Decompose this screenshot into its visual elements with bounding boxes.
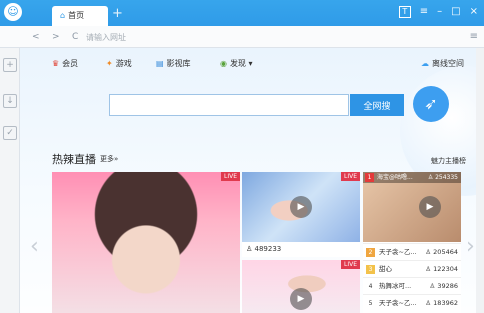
bird-logo-icon: ➶	[413, 86, 449, 122]
user-icon: ♙	[425, 248, 434, 256]
new-tab-button[interactable]: +	[112, 5, 123, 23]
home-content: ♛ 会员 ✦ 游戏 ▤ 影视库 ◉ 发现 ▾ ☁ 离线空间 全网搜 ➶ 热辣直播 更多» …	[20, 48, 484, 313]
viewer-count-value: 489233	[254, 245, 282, 253]
rank-number: 5	[368, 300, 373, 307]
address-menu-icon[interactable]: ≡	[470, 30, 478, 44]
anchor-count: ♙ 122304	[425, 261, 458, 277]
hot-live-title: 热辣直播	[52, 153, 96, 166]
tab-home-label: 首页	[68, 11, 85, 20]
play-icon[interactable]: ▶	[419, 196, 441, 218]
live-card-featured[interactable]: LIVE	[52, 172, 240, 313]
play-icon[interactable]: ▶	[290, 196, 312, 218]
anchor-name: 甜心	[379, 265, 392, 273]
anchor-name: 天子衾~乙...	[379, 299, 417, 307]
refresh-button[interactable]: C	[72, 30, 78, 44]
browser-window: ☺ ⌂首页 + T ≡ – □ × < > C ≡ + ↓ ✓ ♛会员 ✦游戏 …	[0, 0, 484, 313]
user-icon: ♙	[427, 174, 436, 181]
user-icon: ♙	[246, 245, 255, 253]
home-icon: ⌂	[60, 11, 66, 20]
tab-home[interactable]: ⌂ 首页	[52, 6, 108, 26]
video-library-icon: ▤	[156, 59, 164, 68]
anchor-count: ♙ 205464	[425, 244, 458, 260]
carousel-prev-arrow[interactable]: ‹	[30, 234, 39, 259]
back-button[interactable]: <	[32, 30, 40, 44]
title-bar: ☺ ⌂ 首页 + T ≡ – □ ×	[0, 0, 484, 26]
charm-ranking-link[interactable]: 魅力主播榜	[431, 156, 466, 166]
live-card[interactable]: LIVE ▶ ♙ 489233	[242, 172, 360, 257]
anchor-count: ♙ 183962	[425, 295, 458, 311]
anchor-count-value: 183962	[433, 299, 458, 307]
live-card[interactable]: LIVE ▶	[242, 260, 360, 313]
user-icon: ♙	[425, 299, 434, 307]
maximize-button[interactable]: □	[451, 6, 460, 18]
add-favorite-icon[interactable]: +	[3, 58, 17, 72]
anchor-count-value: 39286	[437, 282, 458, 290]
more-link[interactable]: 更多»	[100, 154, 118, 164]
minimize-button[interactable]: –	[437, 6, 442, 18]
viewer-count: ♙ 489233	[246, 243, 281, 255]
offline-space-link[interactable]: ☁ 离线空间	[421, 58, 464, 70]
rank-number: 3	[366, 265, 375, 274]
ranking-row[interactable]: 5 天子衾~乙... ♙ 183962	[363, 294, 461, 311]
window-controls: T ≡ – □ ×	[398, 6, 478, 18]
nav-item-video-library[interactable]: ▤ 影视库	[156, 58, 191, 70]
nav-item-games-label: 游戏	[115, 59, 132, 68]
live-thumbnail	[52, 172, 240, 313]
checklist-icon[interactable]: ✓	[3, 126, 17, 140]
anchor-name: 热舞冰可...	[379, 282, 412, 290]
ranking-top-count: ♙ 254335	[428, 172, 458, 183]
anchor-count-value: 205464	[433, 248, 458, 256]
carousel-next-arrow[interactable]: ›	[466, 234, 475, 259]
download-icon[interactable]: ↓	[3, 94, 17, 108]
crown-icon: ♛	[52, 59, 60, 68]
search-input[interactable]	[109, 94, 349, 116]
skin-icon[interactable]: T	[398, 6, 411, 18]
ranking-top-count-value: 254335	[435, 174, 458, 181]
play-icon[interactable]: ▶	[290, 288, 312, 310]
live-badge: LIVE	[340, 260, 360, 269]
forward-button[interactable]: >	[52, 30, 60, 44]
anchor-count-value: 122304	[433, 265, 458, 273]
address-bar: < > C ≡	[0, 26, 484, 48]
live-badge: LIVE	[340, 172, 360, 181]
anchor-count: ♙ 39286	[429, 278, 458, 294]
user-icon: ♙	[425, 265, 434, 273]
sidebar: + ↓ ✓	[0, 48, 20, 313]
discover-icon: ◉	[220, 59, 227, 68]
nav-item-games[interactable]: ✦ 游戏	[106, 58, 132, 70]
menu-icon[interactable]: ≡	[420, 6, 428, 18]
search-button[interactable]: 全网搜	[350, 94, 404, 116]
nav-item-discover[interactable]: ◉ 发现 ▾	[220, 58, 253, 70]
browser-logo-icon[interactable]: ☺	[4, 3, 22, 21]
ranking-top-rank: 1	[365, 173, 374, 182]
game-icon: ✦	[106, 59, 113, 68]
rank-number: 4	[368, 283, 373, 290]
cloud-icon: ☁	[421, 59, 429, 68]
ranking-panel: 海宝@咕噜... 1 ♙ 254335 ▶ 2 天子衾~乙... ♙ 20546…	[363, 172, 461, 313]
ranking-row[interactable]: 2 天子衾~乙... ♙ 205464	[363, 243, 461, 260]
ranking-row[interactable]: 3 甜心 ♙ 122304	[363, 260, 461, 277]
nav-item-vip[interactable]: ♛ 会员	[52, 58, 78, 70]
ranking-row[interactable]: 4 热舞冰可... ♙ 39286	[363, 277, 461, 294]
offline-space-label: 离线空间	[432, 59, 464, 68]
nav-item-discover-label: 发现 ▾	[229, 59, 253, 68]
nav-item-vip-label: 会员	[62, 59, 79, 68]
vertical-scrollbar[interactable]	[476, 48, 484, 313]
nav-item-video-library-label: 影视库	[166, 59, 191, 68]
anchor-name: 天子衾~乙...	[379, 248, 417, 256]
url-input[interactable]	[86, 30, 386, 44]
live-badge: LIVE	[220, 172, 240, 181]
close-button[interactable]: ×	[470, 6, 478, 18]
rank-number: 2	[366, 248, 375, 257]
